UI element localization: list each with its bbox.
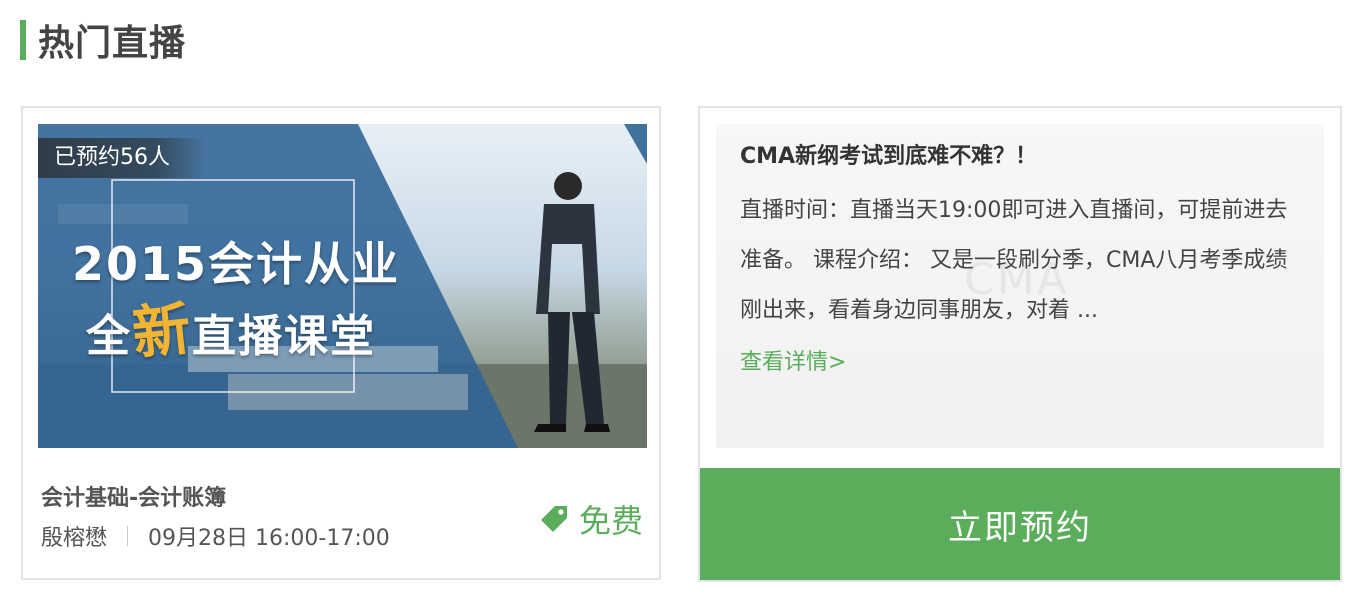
price-label: 免费	[578, 502, 643, 540]
view-details-link[interactable]: 查看详情>	[740, 344, 846, 376]
section-title: 热门直播	[38, 23, 187, 64]
detail-description: 直播时间：直播当天19:00即可进入直播间，可提前进去准备。 课程介绍： 又是一…	[740, 198, 1288, 323]
price-tag: 免费	[539, 496, 643, 542]
course-detail-card: CMA CMA新纲考试到底难不难？！ 直播时间：直播当天19:00即可进入直播间…	[698, 106, 1342, 582]
banner-subheadline-post: 直播课堂	[192, 311, 377, 362]
banner-step	[58, 204, 188, 224]
course-title[interactable]: 会计基础-会计账簿	[41, 480, 226, 512]
course-schedule: 09月28日 16:00-17:00	[148, 526, 390, 551]
course-detail-panel: CMA CMA新纲考试到底难不难？！ 直播时间：直播当天19:00即可进入直播间…	[716, 124, 1324, 448]
detail-title: CMA新纲考试到底难不难？！	[740, 144, 1038, 169]
banner-subheadline: 全新直播课堂	[86, 284, 376, 368]
banner-blue-corner	[624, 124, 647, 164]
banner-subheadline-accent: 新	[129, 294, 196, 368]
course-banner-image[interactable]: 已预约56人 2015会计从业 全新直播课堂	[38, 124, 647, 448]
meta-divider	[127, 526, 129, 546]
banner-subheadline-pre: 全	[86, 311, 132, 362]
tag-icon	[540, 506, 567, 532]
section-header: 热门直播	[20, 16, 186, 64]
course-meta: 殷榕懋 09月28日 16:00-17:00	[41, 520, 390, 552]
booked-count-badge: 已预约56人	[38, 138, 206, 178]
teacher-name: 殷榕懋	[41, 526, 108, 551]
section-accent-bar	[20, 20, 26, 60]
course-card[interactable]: 已预约56人 2015会计从业 全新直播课堂 会计基础-会计账簿 殷榕懋 09月…	[21, 106, 661, 580]
reserve-now-button[interactable]: 立即预约	[700, 468, 1340, 580]
